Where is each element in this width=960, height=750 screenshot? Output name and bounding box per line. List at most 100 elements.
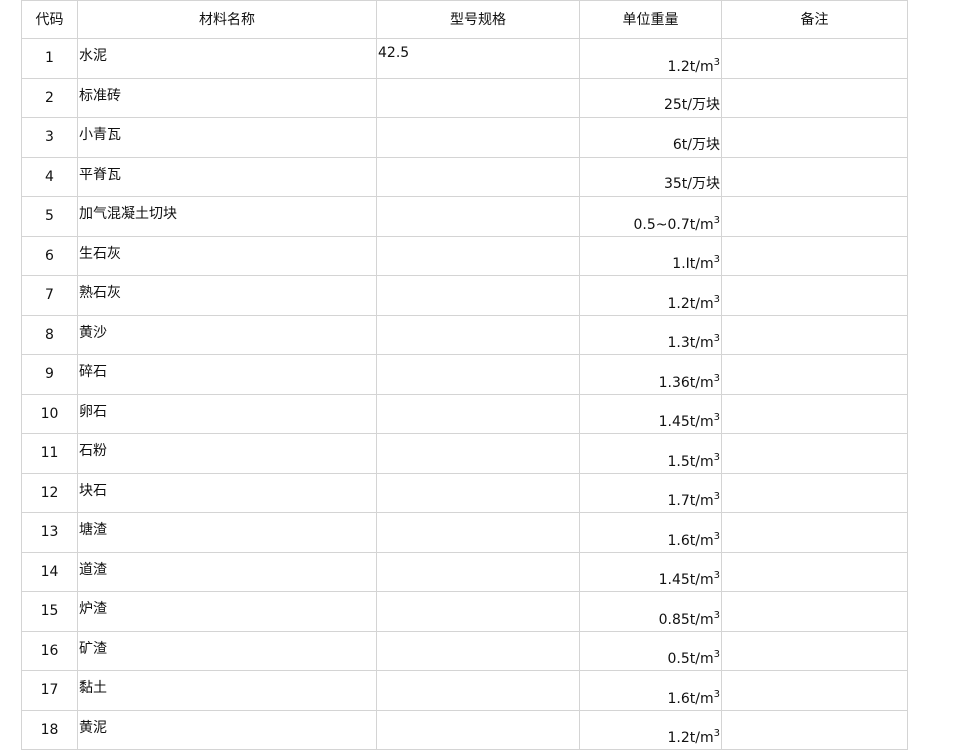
cell-material-name[interactable]: 生石灰 xyxy=(77,235,377,276)
cell-code[interactable]: 12 xyxy=(21,472,78,513)
cell-unit-weight[interactable]: 0.85t/m3 xyxy=(579,591,722,632)
cell-spec[interactable] xyxy=(376,670,580,711)
cell-unit-weight[interactable]: 6t/万块 xyxy=(579,117,722,158)
cell-spec[interactable]: 42.5 xyxy=(376,38,580,79)
cell-material-name[interactable]: 黏土 xyxy=(77,670,377,711)
cell-remarks[interactable] xyxy=(721,512,908,553)
cell-remarks[interactable] xyxy=(721,433,908,474)
cell-spec[interactable] xyxy=(376,117,580,158)
cell-unit-weight[interactable]: 1.36t/m3 xyxy=(579,354,722,395)
cell-material-name[interactable]: 石粉 xyxy=(77,433,377,474)
cell-unit-weight[interactable]: 1.7t/m3 xyxy=(579,472,722,513)
cell-remarks[interactable] xyxy=(721,551,908,592)
cell-code[interactable]: 9 xyxy=(21,354,78,395)
cell-unit-weight[interactable]: 1.2t/m3 xyxy=(579,38,722,79)
cell-code[interactable]: 1 xyxy=(21,38,78,79)
cell-code[interactable]: 16 xyxy=(21,630,78,671)
cell-material-name[interactable]: 碎石 xyxy=(77,354,377,395)
cell-material-name[interactable]: 矿渣 xyxy=(77,630,377,671)
cell-remarks[interactable] xyxy=(721,670,908,711)
cell-material-name[interactable]: 塘渣 xyxy=(77,512,377,553)
header-spec[interactable]: 型号规格 xyxy=(376,0,580,39)
cell-unit-weight[interactable]: 1.5t/m3 xyxy=(579,433,722,474)
cell-remarks[interactable] xyxy=(721,354,908,395)
cell-material-name[interactable]: 黄沙 xyxy=(77,314,377,355)
cell-code[interactable]: 3 xyxy=(21,117,78,158)
header-code[interactable]: 代码 xyxy=(21,0,78,39)
cell-code[interactable]: 5 xyxy=(21,196,78,237)
cell-spec[interactable] xyxy=(376,512,580,553)
cell-code[interactable]: 8 xyxy=(21,314,78,355)
header-unit-weight[interactable]: 单位重量 xyxy=(579,0,722,39)
header-remarks[interactable]: 备注 xyxy=(721,0,908,39)
table-row: 15 炉渣 0.85t/m3 xyxy=(21,591,908,632)
cell-code[interactable]: 11 xyxy=(21,433,78,474)
cell-unit-weight[interactable]: 1.3t/m3 xyxy=(579,314,722,355)
table-row: 14 道渣 1.45t/m3 xyxy=(21,551,908,592)
cell-unit-weight[interactable]: 1.2t/m3 xyxy=(579,275,722,316)
cell-remarks[interactable] xyxy=(721,275,908,316)
header-material-name[interactable]: 材料名称 xyxy=(77,0,377,39)
cell-spec[interactable] xyxy=(376,196,580,237)
unit-exponent: 3 xyxy=(713,688,720,700)
cell-spec[interactable] xyxy=(376,354,580,395)
cell-remarks[interactable] xyxy=(721,196,908,237)
cell-material-name[interactable]: 水泥 xyxy=(77,38,377,79)
cell-material-name[interactable]: 炉渣 xyxy=(77,591,377,632)
cell-remarks[interactable] xyxy=(721,709,908,750)
cell-spec[interactable] xyxy=(376,433,580,474)
cell-material-name[interactable]: 熟石灰 xyxy=(77,275,377,316)
cell-material-name[interactable]: 黄泥 xyxy=(77,709,377,750)
cell-code[interactable]: 13 xyxy=(21,512,78,553)
cell-unit-weight[interactable]: 1.45t/m3 xyxy=(579,551,722,592)
cell-unit-weight[interactable]: 1.2t/m3 xyxy=(579,709,722,750)
cell-unit-weight[interactable]: 35t/万块 xyxy=(579,156,722,197)
cell-unit-weight[interactable]: 1.45t/m3 xyxy=(579,393,722,434)
cell-unit-weight[interactable]: 25t/万块 xyxy=(579,77,722,118)
cell-unit-weight[interactable]: 1.It/m3 xyxy=(579,235,722,276)
cell-remarks[interactable] xyxy=(721,38,908,79)
cell-material-name[interactable]: 块石 xyxy=(77,472,377,513)
cell-remarks[interactable] xyxy=(721,393,908,434)
cell-code[interactable]: 15 xyxy=(21,591,78,632)
cell-code[interactable]: 18 xyxy=(21,709,78,750)
cell-remarks[interactable] xyxy=(721,117,908,158)
cell-code[interactable]: 4 xyxy=(21,156,78,197)
table-row: 2 标准砖 25t/万块 xyxy=(21,77,908,118)
cell-material-name[interactable]: 标准砖 xyxy=(77,77,377,118)
cell-remarks[interactable] xyxy=(721,235,908,276)
cell-remarks[interactable] xyxy=(721,591,908,632)
unit-exponent: 3 xyxy=(713,254,720,265)
cell-spec[interactable] xyxy=(376,591,580,632)
cell-material-name[interactable]: 卵石 xyxy=(77,393,377,434)
cell-spec[interactable] xyxy=(376,314,580,355)
cell-spec[interactable] xyxy=(376,156,580,197)
cell-unit-weight[interactable]: 0.5t/m3 xyxy=(579,630,722,671)
cell-code[interactable]: 7 xyxy=(21,275,78,316)
cell-remarks[interactable] xyxy=(721,314,908,355)
cell-code[interactable]: 10 xyxy=(21,393,78,434)
cell-material-name[interactable]: 小青瓦 xyxy=(77,117,377,158)
cell-unit-weight[interactable]: 1.6t/m3 xyxy=(579,512,722,553)
cell-unit-weight[interactable]: 1.6t/m3 xyxy=(579,670,722,711)
cell-code[interactable]: 17 xyxy=(21,670,78,711)
cell-code[interactable]: 6 xyxy=(21,235,78,276)
cell-remarks[interactable] xyxy=(721,472,908,513)
cell-spec[interactable] xyxy=(376,630,580,671)
cell-code[interactable]: 14 xyxy=(21,551,78,592)
cell-material-name[interactable]: 道渣 xyxy=(77,551,377,592)
cell-spec[interactable] xyxy=(376,235,580,276)
cell-spec[interactable] xyxy=(376,551,580,592)
cell-spec[interactable] xyxy=(376,709,580,750)
cell-remarks[interactable] xyxy=(721,77,908,118)
cell-spec[interactable] xyxy=(376,275,580,316)
cell-remarks[interactable] xyxy=(721,156,908,197)
cell-remarks[interactable] xyxy=(721,630,908,671)
cell-spec[interactable] xyxy=(376,393,580,434)
cell-code[interactable]: 2 xyxy=(21,77,78,118)
cell-unit-weight[interactable]: 0.5~0.7t/m3 xyxy=(579,196,722,237)
cell-spec[interactable] xyxy=(376,77,580,118)
cell-material-name[interactable]: 加气混凝土切块 xyxy=(77,196,377,237)
cell-material-name[interactable]: 平脊瓦 xyxy=(77,156,377,197)
cell-spec[interactable] xyxy=(376,472,580,513)
